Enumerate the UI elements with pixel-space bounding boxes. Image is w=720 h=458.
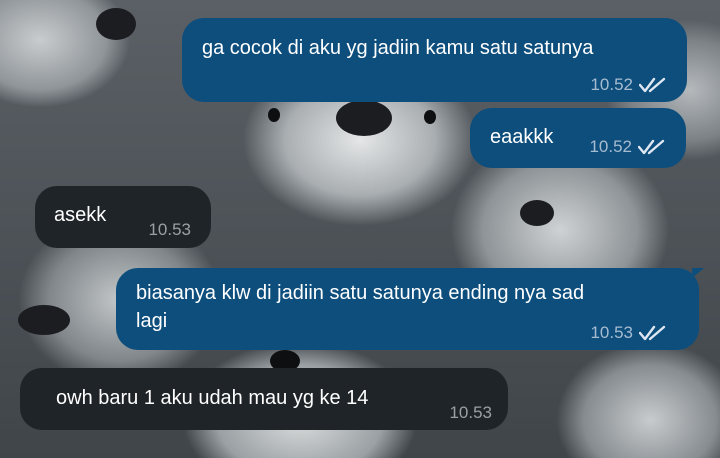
double-check-icon (639, 324, 667, 342)
message-meta: 10.53 (148, 217, 191, 243)
message-text: owh baru 1 aku udah mau yg ke 14 (56, 387, 369, 409)
message-time: 10.53 (590, 323, 633, 342)
wallpaper-decoration (268, 108, 280, 122)
incoming-message[interactable]: owh baru 1 aku udah mau yg ke 14 10.53 (20, 368, 508, 430)
message-text: eaakkk (490, 126, 554, 148)
wallpaper-decoration (520, 200, 554, 226)
message-text-line: lagi (136, 310, 168, 332)
incoming-message[interactable]: asekk 10.53 (35, 186, 211, 248)
message-text-line: biasanya klw di jadiin satu satunya endi… (136, 282, 585, 304)
message-time: 10.53 (449, 403, 492, 422)
wallpaper-decoration (424, 110, 436, 124)
message-meta: 10.52 (589, 134, 666, 160)
message-time: 10.52 (589, 137, 632, 156)
message-meta: 10.53 (590, 320, 667, 346)
message-meta: 10.52 (590, 72, 667, 98)
wallpaper-decoration (96, 8, 136, 40)
double-check-icon (639, 76, 667, 94)
message-meta: 10.53 (449, 400, 492, 426)
outgoing-message[interactable]: biasanya klw di jadiin satu satunya endi… (116, 268, 699, 350)
message-text: asekk (54, 204, 107, 226)
bubble-tail (692, 268, 704, 278)
wallpaper-decoration (18, 305, 70, 335)
message-text: ga cocok di aku yg jadiin kamu satu satu… (202, 37, 594, 59)
message-time: 10.52 (590, 75, 633, 94)
message-time: 10.53 (148, 220, 191, 239)
wallpaper-decoration (336, 100, 392, 136)
double-check-icon (638, 138, 666, 156)
outgoing-message[interactable]: ga cocok di aku yg jadiin kamu satu satu… (182, 18, 687, 102)
outgoing-message[interactable]: eaakkk 10.52 (470, 108, 686, 168)
